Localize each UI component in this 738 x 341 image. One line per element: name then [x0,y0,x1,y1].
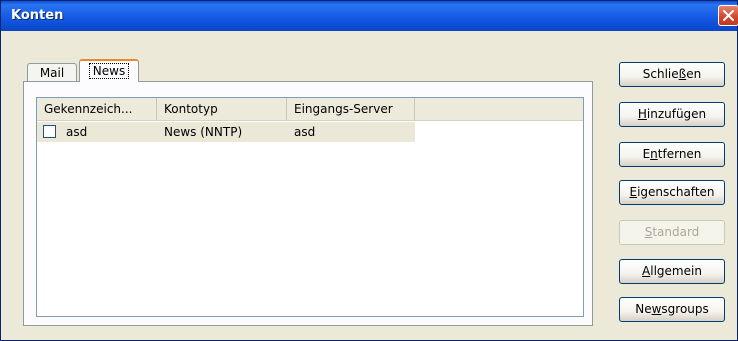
remove-label-b: tfernen [657,147,702,161]
title-bar[interactable]: Konten [1,1,738,31]
window-title: Konten [11,8,64,23]
newsgroups-button[interactable]: Newsgroups [619,297,725,322]
groups-label-b: sgroups [661,302,709,316]
groups-label-a: Ne [635,302,652,316]
accounts-dialog: Konten Mail News Gekennzeich... Kontotyp… [0,0,738,341]
groups-label-key: w [651,302,662,316]
tab-news-label: News [88,63,130,79]
tab-mail[interactable]: Mail [27,63,77,83]
tab-news[interactable]: News [79,59,139,82]
close-button[interactable]: Schließen [619,62,725,87]
props-label-key: E [629,185,638,199]
add-label-key: H [637,107,647,121]
close-label-b: en [686,67,702,81]
tab-mail-label: Mail [39,66,65,80]
list-item[interactable]: asd News (NNTP) asd [37,122,415,142]
props-label-b: igenschaften [637,185,715,199]
column-header-name[interactable]: Gekennzeich... [37,98,157,120]
accounts-list[interactable]: Gekennzeich... Kontotyp Eingangs-Server … [36,97,584,317]
close-icon [723,10,734,21]
default-button[interactable]: Standard [619,220,725,245]
general-label-b: llgemein [650,264,702,278]
column-header-type[interactable]: Kontotyp [157,98,287,120]
account-checkbox[interactable] [43,125,56,138]
remove-label-key: n [650,147,658,161]
account-server: asd [294,125,316,139]
list-header: Gekennzeich... Kontotyp Eingangs-Server [37,98,583,121]
column-header-server[interactable]: Eingangs-Server [287,98,415,120]
account-name: asd [66,125,88,139]
properties-button[interactable]: Eigenschaften [619,180,725,205]
general-button[interactable]: Allgemein [619,259,725,284]
close-window-button[interactable] [718,5,738,26]
close-label-a: Schlie [642,67,679,81]
add-label-b: inzufügen [646,107,707,121]
remove-button[interactable]: Entfernen [619,142,725,167]
default-label-b: tandard [652,225,700,239]
account-type: News (NNTP) [164,125,243,139]
add-button[interactable]: Hinzufügen [619,102,725,127]
